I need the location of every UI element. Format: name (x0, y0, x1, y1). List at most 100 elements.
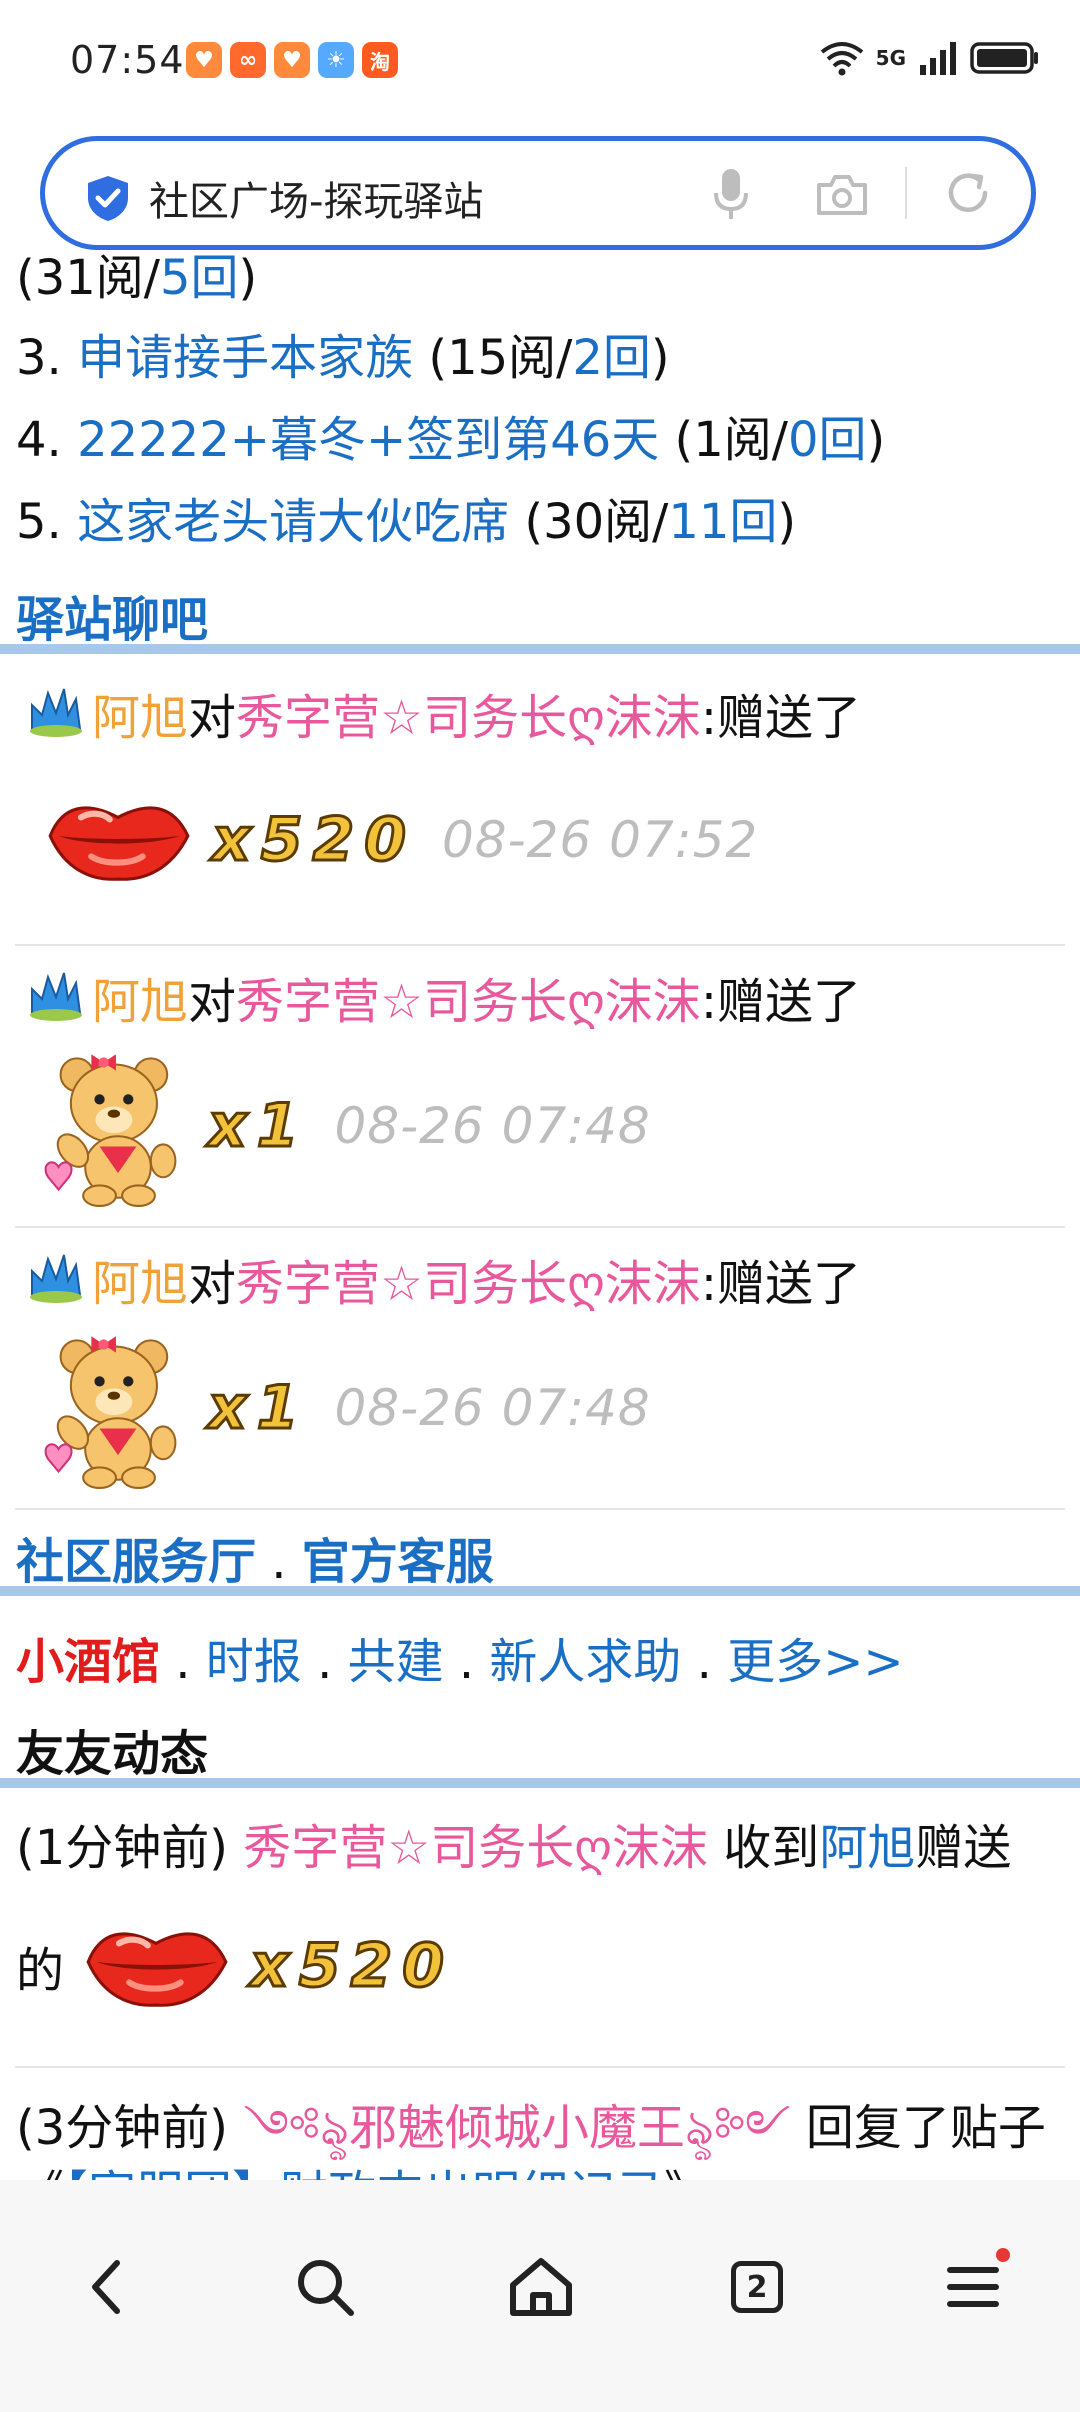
news-link[interactable]: 时报 (206, 1634, 302, 1690)
friends-section-title: 友友动态 (16, 1726, 209, 1782)
receiver-link[interactable]: 秀字营☆司务长ღ沫沫 (236, 1244, 701, 1314)
separator: . (160, 1634, 206, 1690)
bottom-nav: 2 (0, 2180, 1080, 2412)
gift-quantity: x1 (206, 1090, 309, 1163)
timestamp: 08-26 07:48 (334, 1097, 651, 1155)
service-hall-link[interactable]: 社区服务厅 (16, 1534, 256, 1590)
camera-icon[interactable] (815, 171, 869, 217)
bracket: 《 (16, 2166, 64, 2180)
signal-icon (920, 42, 956, 75)
status-bar: 07:54 ♥ ∞ ♥ ☀ 淘 5G (0, 0, 1080, 125)
page-title: 社区广场-探玩驿站 (149, 179, 484, 225)
user-link[interactable]: 秀字营☆司务长ღ沫沫 (243, 1820, 708, 1876)
back-arrow-icon (92, 2260, 120, 2314)
reply-count-link[interactable]: 2回 (572, 330, 651, 386)
action-text: :赠送了 (700, 1256, 861, 1312)
receiver-link[interactable]: 秀字营☆司务长ღ沫沫 (236, 678, 701, 748)
network-type: 5G (875, 46, 906, 70)
chat-entry: 阿旭 对 秀字营☆司务长ღ沫沫:赠送了 (28, 962, 861, 1032)
item-number: 3. (16, 330, 78, 386)
paren: ) (650, 330, 670, 386)
chat-entry: 阿旭 对 秀字营☆司务长ღ沫沫:赠送了 (28, 678, 861, 748)
post-link[interactable]: 【家服团】财政支出明细记录 (64, 2166, 664, 2180)
timestamp: 08-26 07:48 (334, 1379, 651, 1437)
service-links: 社区服务厅 . 官方客服 (16, 1522, 494, 1592)
paren: ) (866, 412, 886, 468)
more-link[interactable]: 更多>> (727, 1634, 903, 1690)
gift-quantity: x520 (249, 1930, 454, 2003)
sender-link[interactable]: 阿旭 (92, 678, 188, 748)
tabs-button[interactable]: 2 (712, 2242, 802, 2332)
teddy-bear-icon (44, 1053, 177, 1207)
action-text: :赠送了 (700, 690, 861, 746)
newbie-help-link[interactable]: 新人求助 (489, 1634, 681, 1690)
separator: . (301, 1634, 348, 1690)
verb-text: 对 (188, 974, 237, 1030)
chat-section-header: 驿站聊吧 (0, 570, 1080, 654)
activity-item: (1分钟前) 秀字营☆司务长ღ沫沫 收到阿旭赠送 (16, 1808, 1011, 1878)
home-button[interactable] (496, 2242, 586, 2332)
gift-row: x1 08-26 07:48 (36, 1036, 651, 1216)
tavern-link[interactable]: 小酒馆 (16, 1634, 160, 1690)
separator: . (256, 1534, 302, 1590)
post-title-link[interactable]: 申请接手本家族 (77, 330, 413, 386)
chat-entry: 阿旭 对 秀字营☆司务长ღ沫沫:赠送了 (28, 1244, 861, 1314)
microphone-icon[interactable] (713, 167, 749, 223)
reply-count-link[interactable]: 5回 (160, 250, 239, 306)
read-count: (30阅/ (509, 494, 669, 550)
receiver-link[interactable]: 秀字营☆司务长ღ沫沫 (236, 962, 701, 1032)
reload-icon[interactable] (943, 168, 993, 218)
list-item: 5. 这家老头请大伙吃席 (30阅/11回) (16, 482, 796, 552)
user-link[interactable]: ༺ৡ邪魅倾城小魔王ৡ༻ (243, 2100, 790, 2156)
activity-post-line: 《【家服团】财政支出明细记录》。 (16, 2154, 736, 2180)
gift-quantity: x520 (211, 804, 416, 877)
read-count: (31阅/ (16, 250, 160, 306)
search-icon (298, 2260, 354, 2316)
sender-link[interactable]: 阿旭 (92, 962, 188, 1032)
search-button[interactable] (280, 2242, 370, 2332)
item-number: 4. (16, 412, 78, 468)
activity-text: 收到 (708, 1820, 820, 1876)
heart-app-icon: ♥ (186, 42, 222, 78)
reply-count-link[interactable]: 11回 (668, 494, 777, 550)
shield-check-icon (88, 176, 128, 221)
wifi-icon (820, 42, 863, 76)
battery-icon (970, 42, 1038, 74)
activity-text: 的 (16, 1943, 65, 1999)
menu-button[interactable] (928, 2242, 1018, 2332)
gift-row: x1 08-26 07:48 (36, 1318, 651, 1498)
address-divider (905, 167, 907, 219)
bracket: 》。 (664, 2166, 736, 2180)
reply-count-link[interactable]: 0回 (788, 412, 867, 468)
list-item: (31阅/5回) (16, 250, 257, 308)
activity-time: (3分钟前) (16, 2100, 244, 2156)
official-support-link[interactable]: 官方客服 (302, 1534, 494, 1590)
divider (15, 944, 1065, 946)
list-item: 4. 22222+暮冬+签到第46天 (1阅/0回) (16, 400, 885, 470)
co-build-link[interactable]: 共建 (348, 1634, 444, 1690)
address-bar[interactable]: 社区广场-探玩驿站 (40, 136, 1036, 250)
kiss-lips-icon (82, 1916, 232, 2016)
vip-crown-icon (29, 972, 83, 1022)
sender-link[interactable]: 阿旭 (819, 1820, 915, 1876)
kiss-lips-icon (44, 790, 194, 890)
heart-app-icon-2: ♥ (274, 42, 310, 78)
home-icon (510, 2258, 572, 2316)
teddy-bear-icon (44, 1335, 177, 1489)
action-text: :赠送了 (700, 974, 861, 1030)
post-title-link[interactable]: 这家老头请大伙吃席 (77, 494, 509, 550)
verb-text: 对 (188, 690, 237, 746)
loop-app-icon: ∞ (230, 42, 266, 78)
item-number: 5. (16, 494, 78, 550)
taobao-app-icon: 淘 (362, 42, 398, 78)
post-title-link[interactable]: 22222+暮冬+签到第46天 (77, 412, 659, 468)
chat-section-title[interactable]: 驿站聊吧 (16, 580, 208, 650)
divider (15, 1226, 1065, 1228)
notification-dot (996, 2248, 1010, 2262)
page-content: (31阅/5回) 3. 申请接手本家族 (15阅/2回) 4. 22222+暮冬… (0, 250, 1080, 2180)
back-button[interactable] (60, 2242, 150, 2332)
quick-links: 小酒馆 . 时报 . 共建 . 新人求助 . 更多>> (16, 1622, 904, 1692)
sender-link[interactable]: 阿旭 (92, 1244, 188, 1314)
timestamp: 08-26 07:52 (441, 811, 759, 869)
divider (15, 1508, 1065, 1510)
